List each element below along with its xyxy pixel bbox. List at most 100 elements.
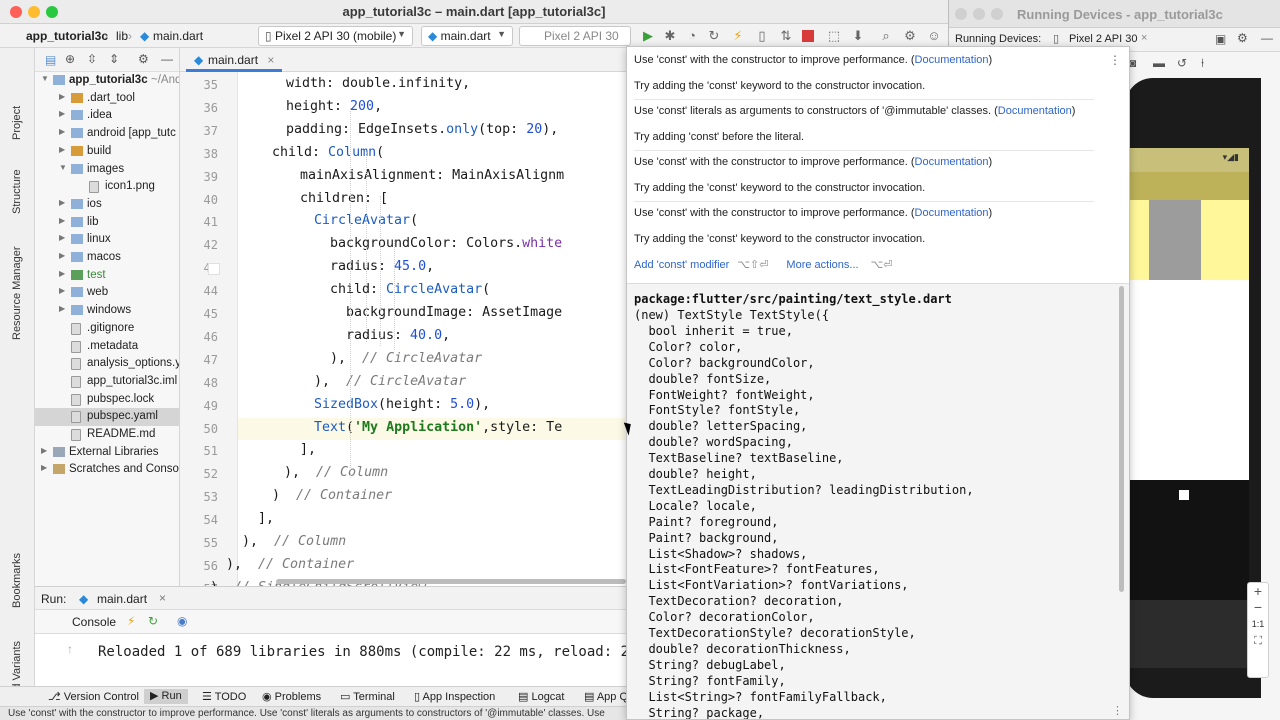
breadcrumb-project[interactable]: app_tutorial3c — [26, 29, 108, 43]
tree-folder-item[interactable]: ▼ images — [35, 161, 179, 179]
code-line[interactable]: ], — [300, 442, 316, 457]
gear-icon[interactable]: ⚙ — [1237, 31, 1248, 45]
tab-structure[interactable]: Structure — [11, 169, 23, 214]
chevron-right-icon[interactable]: ▶ — [41, 463, 47, 472]
add-const-modifier-action[interactable]: Add 'const' modifier — [634, 259, 729, 271]
tool-version-control[interactable]: ⎇ Version Control — [48, 690, 139, 703]
close-window-button[interactable] — [955, 8, 967, 20]
collapse-all-icon[interactable]: ⇕ — [109, 52, 119, 66]
rotate-icon[interactable]: ↺ — [1177, 56, 1187, 70]
chevron-right-icon[interactable]: ▶ — [41, 446, 47, 455]
sdk-manager-icon[interactable]: ⬇ — [850, 28, 866, 44]
documentation-link[interactable]: Documentation — [915, 207, 989, 219]
tree-file-item[interactable]: app_tutorial3c.iml — [35, 373, 179, 391]
tree-file-item[interactable]: .metadata — [35, 338, 179, 356]
code-line[interactable]: children: [ — [300, 191, 388, 206]
hot-restart-icon[interactable]: ↻ — [148, 614, 158, 628]
close-tab-icon[interactable]: × — [1141, 32, 1147, 44]
profile-icon[interactable]: ◔ — [684, 28, 700, 44]
tree-file-item[interactable]: pubspec.yaml — [35, 408, 179, 426]
breadcrumb-file[interactable]: main.dart — [153, 29, 203, 43]
tree-folder-item[interactable]: ▶ Scratches and Consol — [35, 461, 179, 479]
record-icon[interactable]: ▬ — [1153, 56, 1165, 70]
search-icon[interactable]: ⌕ — [878, 28, 894, 44]
code-line[interactable]: height: 200, — [286, 99, 382, 114]
breadcrumb-lib[interactable]: lib — [116, 29, 128, 43]
device-tab[interactable]: Pixel 2 API 30 — [1069, 33, 1138, 45]
chevron-right-icon[interactable]: ▶ — [59, 92, 65, 101]
code-line[interactable]: ), // Column — [242, 534, 346, 549]
tree-folder-item[interactable]: ▶ .idea — [35, 107, 179, 125]
expand-all-icon[interactable]: ⇳ — [87, 52, 97, 66]
gear-icon[interactable]: ⚙ — [902, 28, 918, 44]
chevron-down-icon[interactable]: ▼ — [59, 163, 67, 172]
sync-icon[interactable]: ⇅ — [778, 28, 794, 44]
tool-logcat[interactable]: ▤ Logcat — [518, 690, 564, 703]
run-config-tab[interactable]: main.dart — [97, 592, 147, 606]
hot-reload-icon[interactable]: ⚡ — [127, 614, 135, 628]
horizontal-scrollbar[interactable] — [276, 579, 626, 584]
code-line[interactable]: width: double.infinity, — [286, 76, 470, 91]
close-tab-icon[interactable]: × — [267, 53, 274, 67]
tab-bookmarks[interactable]: Bookmarks — [11, 553, 23, 608]
close-tab-icon[interactable]: × — [159, 591, 166, 605]
console-output[interactable]: ↑ Reloaded 1 of 689 libraries in 880ms (… — [35, 634, 663, 686]
chevron-right-icon[interactable]: ▶ — [59, 286, 65, 295]
code-line[interactable]: backgroundColor: Colors.white — [330, 236, 562, 251]
code-line[interactable]: child: Column( — [272, 145, 384, 160]
hide-icon[interactable]: — — [161, 52, 173, 66]
gear-icon[interactable]: ⚙ — [138, 52, 149, 66]
code-line[interactable]: child: CircleAvatar( — [330, 282, 490, 297]
devtools-icon[interactable]: ◉ — [177, 614, 187, 628]
tree-folder-item[interactable]: ▶ test — [35, 267, 179, 285]
more-options-icon[interactable]: ⋮ — [1112, 704, 1123, 717]
run-config-selector[interactable]: ◆ main.dart ▼ — [421, 26, 513, 46]
project-view-icon[interactable]: ▤ — [45, 53, 56, 67]
chevron-right-icon[interactable]: ▶ — [59, 127, 65, 136]
hot-reload-icon[interactable]: ⚡ — [730, 28, 746, 44]
layout-inspector-icon[interactable]: ⬚ — [826, 28, 842, 44]
hide-icon[interactable]: — — [1261, 31, 1273, 45]
attach-icon[interactable]: ↻ — [706, 28, 722, 44]
code-line[interactable]: radius: 40.0, — [346, 328, 450, 343]
code-line[interactable]: ], — [258, 511, 274, 526]
tree-folder-item[interactable]: ▶ lib — [35, 214, 179, 232]
scroll-up-icon[interactable]: ↑ — [67, 642, 73, 656]
tree-file-item[interactable]: pubspec.lock — [35, 391, 179, 409]
debug-icon[interactable]: ✱ — [662, 28, 678, 44]
stop-button[interactable] — [802, 30, 814, 42]
chevron-down-icon[interactable]: ▼ — [41, 74, 49, 83]
tree-folder-item[interactable]: ▶ windows — [35, 302, 179, 320]
chevron-right-icon[interactable]: ▶ — [59, 251, 65, 260]
tree-folder-item[interactable]: ▶ ios — [35, 196, 179, 214]
code-line[interactable]: radius: 45.0, — [330, 259, 434, 274]
code-line[interactable]: ), // CircleAvatar — [314, 374, 466, 389]
tool-problems[interactable]: ◉ Problems — [262, 690, 321, 703]
chevron-right-icon[interactable]: ▶ — [59, 216, 65, 225]
zoom-window-button[interactable] — [991, 8, 1003, 20]
run-icon[interactable]: ▶ — [640, 28, 656, 44]
emulator-selector[interactable]: Pixel 2 API 30 — [519, 26, 631, 46]
more-options-icon[interactable]: ⋮ — [1109, 53, 1121, 67]
tool-app-quality[interactable]: ▤ App Q — [584, 690, 628, 703]
camera-icon[interactable]: ◙ — [1129, 56, 1136, 70]
chevron-right-icon[interactable]: ▶ — [59, 304, 65, 313]
tree-file-item[interactable]: icon1.png — [35, 178, 179, 196]
code-line[interactable]: padding: EdgeInsets.only(top: 20), — [286, 122, 558, 137]
tree-folder-item[interactable]: ▶ build — [35, 143, 179, 161]
gutter-marker[interactable] — [208, 263, 220, 276]
tree-folder-item[interactable]: ▶ web — [35, 284, 179, 302]
code-line[interactable]: ), // Container — [226, 557, 354, 572]
tab-project[interactable]: Project — [11, 106, 23, 140]
zoom-in-icon[interactable]: + — [1248, 583, 1268, 599]
code-line[interactable]: ), // CircleAvatar — [330, 351, 482, 366]
more-actions-link[interactable]: More actions... — [786, 259, 858, 271]
documentation-link[interactable]: Documentation — [998, 105, 1072, 117]
zoom-out-icon[interactable]: − — [1248, 599, 1268, 615]
tree-file-item[interactable]: analysis_options.y — [35, 355, 179, 373]
account-icon[interactable]: ☺ — [926, 28, 942, 44]
tree-folder-item[interactable]: ▶ linux — [35, 231, 179, 249]
minimize-window-button[interactable] — [973, 8, 985, 20]
chevron-right-icon[interactable]: ▶ — [59, 109, 65, 118]
tool-run[interactable]: ▶ Run — [144, 689, 188, 704]
